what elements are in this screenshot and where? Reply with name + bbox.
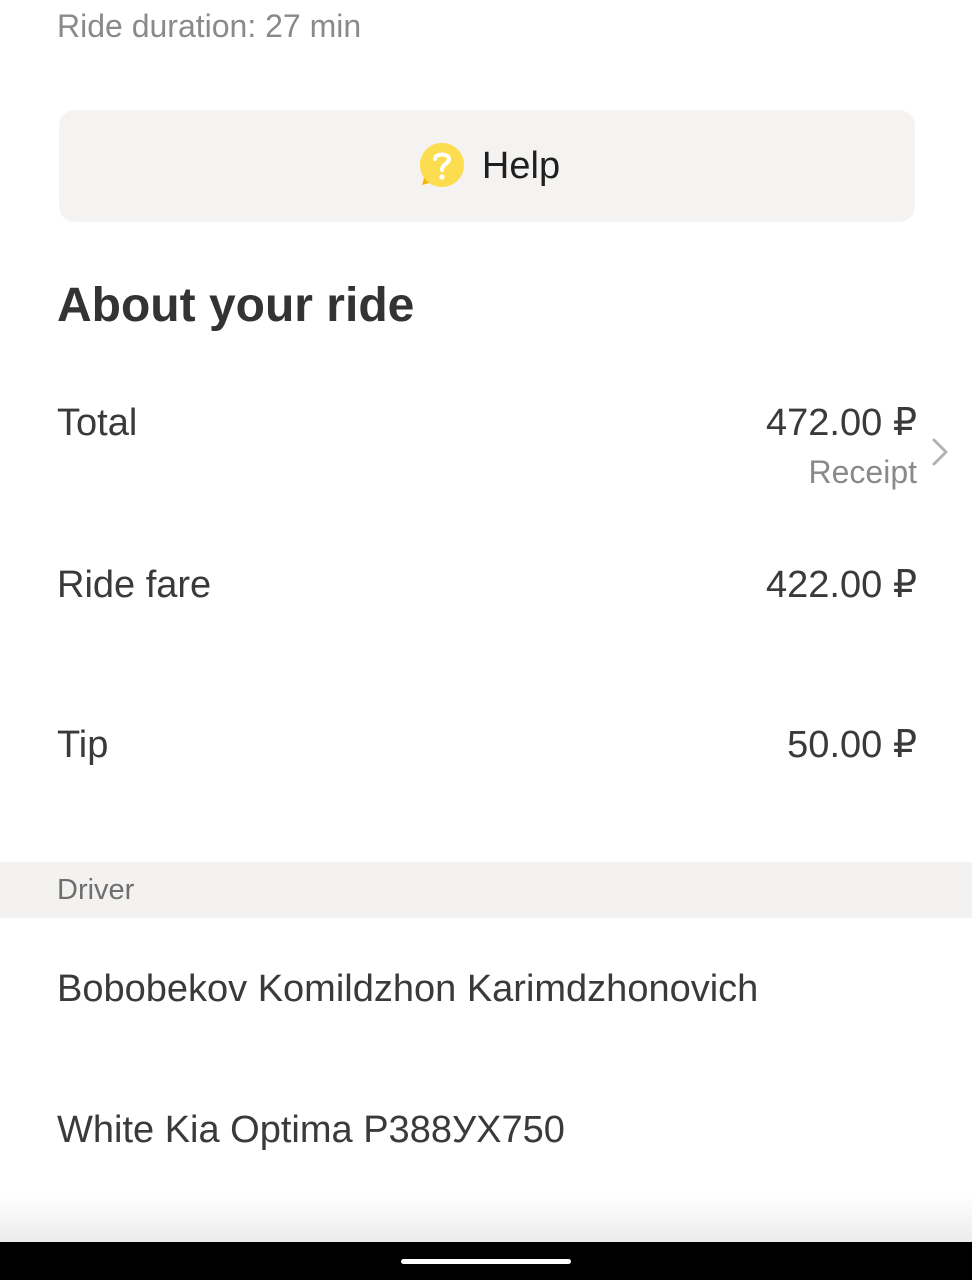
car-info: White Kia Optima Р388УХ750 bbox=[57, 1109, 565, 1151]
about-ride-title: About your ride bbox=[57, 279, 415, 332]
ride-fare-label: Ride fare bbox=[57, 564, 212, 606]
help-label: Help bbox=[481, 144, 561, 187]
total-label: Total bbox=[57, 402, 138, 444]
receipt-link[interactable]: Receipt bbox=[809, 452, 918, 492]
ride-fare-row: Ride fare 422.00 ₽ bbox=[57, 562, 917, 612]
tip-row: Tip 50.00 ₽ bbox=[57, 722, 917, 772]
question-bubble-icon bbox=[414, 141, 466, 191]
help-button[interactable]: Help bbox=[59, 110, 915, 222]
driver-section-label: Driver bbox=[57, 874, 135, 906]
total-row[interactable]: Total 472.00 ₽ Receipt bbox=[57, 400, 917, 500]
chevron-right-icon[interactable] bbox=[928, 434, 952, 470]
ride-duration: Ride duration: 27 min bbox=[57, 8, 362, 44]
system-nav-bar bbox=[0, 1242, 972, 1280]
tip-label: Tip bbox=[57, 724, 109, 766]
tip-value: 50.00 ₽ bbox=[787, 724, 917, 766]
total-value: 472.00 ₽ bbox=[766, 402, 917, 444]
bottom-shadow bbox=[0, 1196, 972, 1242]
ride-details-screen: Ride duration: 27 min Help About your ri… bbox=[0, 0, 972, 1280]
driver-section-header: Driver bbox=[0, 862, 972, 918]
home-indicator[interactable] bbox=[401, 1259, 571, 1264]
driver-name: Bobobekov Komildzhon Karimdzhonovich bbox=[57, 968, 759, 1010]
ride-fare-value: 422.00 ₽ bbox=[766, 564, 917, 606]
